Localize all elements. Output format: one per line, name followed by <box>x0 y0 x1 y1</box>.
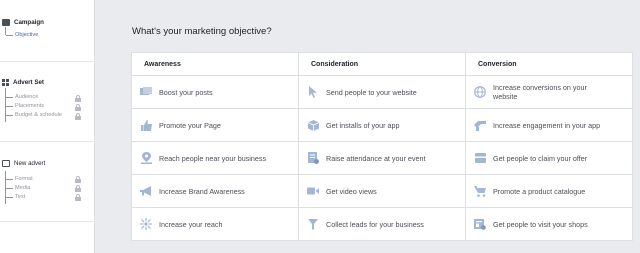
sidebar-heading-new-advert[interactable]: New advert <box>2 157 45 169</box>
sidebar: Campaign Objective Advert Set Audience P… <box>0 0 95 253</box>
objective-brand-awareness[interactable]: Increase Brand Awareness <box>132 175 298 207</box>
sidebar-item-text[interactable]: Text <box>6 193 25 201</box>
objective-label: Get people to claim your offer <box>493 153 588 163</box>
sidebar-heading-label: Advert Set <box>13 78 44 86</box>
lock-icon <box>74 112 81 120</box>
objective-app-engagement[interactable]: Increase engagement in your app <box>466 109 632 141</box>
objective-label: Send people to your website <box>326 87 417 97</box>
sidebar-item-placements[interactable]: Placements <box>6 102 44 110</box>
objective-label: Boost your posts <box>159 87 213 97</box>
sidebar-item-label: Objective <box>15 32 39 38</box>
sidebar-item-label: Format <box>15 176 33 182</box>
cart-icon <box>474 185 486 197</box>
objective-video-views[interactable]: Get video views <box>299 175 465 207</box>
sidebar-item-format[interactable]: Format <box>6 175 33 183</box>
objective-table: Awareness Consideration Conversion Boost… <box>131 52 633 241</box>
shop-icon <box>474 218 486 230</box>
sidebar-item-label: Media <box>15 185 31 191</box>
lock-icon <box>74 94 81 102</box>
objective-label: Collect leads for your business <box>326 219 424 229</box>
objective-label: Promote a product catalogue <box>493 186 586 196</box>
sidebar-tree: Objective <box>5 27 38 38</box>
sidebar-heading-label: New advert <box>14 159 46 167</box>
sidebar-heading-campaign[interactable]: Campaign <box>2 16 44 28</box>
objective-label: Increase Brand Awareness <box>159 186 245 196</box>
sidebar-item-label: Text <box>15 194 26 200</box>
objective-label: Get video views <box>326 186 377 196</box>
column-header-consideration: Consideration <box>311 60 359 68</box>
sidebar-section-campaign: Campaign Objective <box>0 16 95 46</box>
sidebar-item-media[interactable]: Media <box>6 184 30 192</box>
sidebar-section-new-advert: New advert Format Media Text <box>0 157 95 207</box>
objective-lead-generation[interactable]: Collect leads for your business <box>299 208 465 240</box>
boost-posts-icon <box>140 86 152 98</box>
app-engagement-icon <box>474 119 486 131</box>
lock-icon <box>74 184 81 192</box>
objective-label: Get installs of your app <box>326 120 400 130</box>
sidebar-item-audience[interactable]: Audience <box>6 93 38 101</box>
objective-conversions[interactable]: Increase conversions on your website <box>466 76 632 108</box>
reach-icon <box>140 218 152 230</box>
location-pin-icon <box>140 152 152 164</box>
objective-offer-claims[interactable]: Get people to claim your offer <box>466 142 632 174</box>
objective-promote-page[interactable]: Promote your Page <box>132 109 298 141</box>
lock-icon <box>74 175 81 183</box>
lock-icon <box>74 103 81 111</box>
objective-label: Increase engagement in your app <box>493 120 601 130</box>
advert-icon <box>2 159 10 167</box>
column-header-awareness: Awareness <box>144 60 181 68</box>
sidebar-item-label: Audience <box>15 94 39 100</box>
objective-store-visits[interactable]: Get people to visit your shops <box>466 208 632 240</box>
objective-label: Raise attendance at your event <box>326 153 426 163</box>
objective-label: Reach people near your business <box>159 153 267 163</box>
event-icon <box>307 152 319 164</box>
sidebar-item-budget-schedule[interactable]: Budget & schedule <box>6 111 62 119</box>
objective-label: Get people to visit your shops <box>493 219 588 229</box>
sidebar-divider <box>0 61 95 62</box>
objective-app-installs[interactable]: Get installs of your app <box>299 109 465 141</box>
sidebar-item-label: Budget & schedule <box>15 112 62 118</box>
objective-label: Increase conversions on your website <box>493 83 587 101</box>
column-header-conversion: Conversion <box>478 60 517 68</box>
objective-event-responses[interactable]: Raise attendance at your event <box>299 142 465 174</box>
page-title: What's your marketing objective? <box>132 26 272 37</box>
app-box-icon <box>307 119 319 131</box>
globe-icon <box>474 86 486 98</box>
sidebar-item-objective[interactable]: Objective <box>6 31 38 39</box>
objective-label: Increase your reach <box>159 219 223 229</box>
objective-reach-local[interactable]: Reach people near your business <box>132 142 298 174</box>
sidebar-divider <box>0 221 95 222</box>
campaign-icon <box>2 18 10 26</box>
objective-product-catalogue[interactable]: Promote a product catalogue <box>466 175 632 207</box>
objective-boost-posts[interactable]: Boost your posts <box>132 76 298 108</box>
sidebar-heading-advert-set[interactable]: Advert Set <box>2 76 44 88</box>
sidebar-item-label: Placements <box>15 103 45 109</box>
sidebar-divider <box>0 141 95 142</box>
cursor-icon <box>307 86 319 98</box>
video-camera-icon <box>307 185 319 197</box>
thumbs-up-icon <box>140 119 152 131</box>
megaphone-icon <box>140 185 152 197</box>
advert-set-grid-icon <box>2 78 9 86</box>
lock-icon <box>74 193 81 201</box>
sidebar-tree: Format Media Text <box>5 171 33 204</box>
sidebar-heading-label: Campaign <box>14 18 44 26</box>
offer-icon <box>474 152 486 164</box>
objective-increase-reach[interactable]: Increase your reach <box>132 208 298 240</box>
objective-website-traffic[interactable]: Send people to your website <box>299 76 465 108</box>
objective-label: Promote your Page <box>159 120 221 130</box>
funnel-icon <box>307 218 319 230</box>
sidebar-tree: Audience Placements Budget & schedule <box>5 88 62 122</box>
sidebar-section-advert-set: Advert Set Audience Placements Budget & … <box>0 76 95 126</box>
